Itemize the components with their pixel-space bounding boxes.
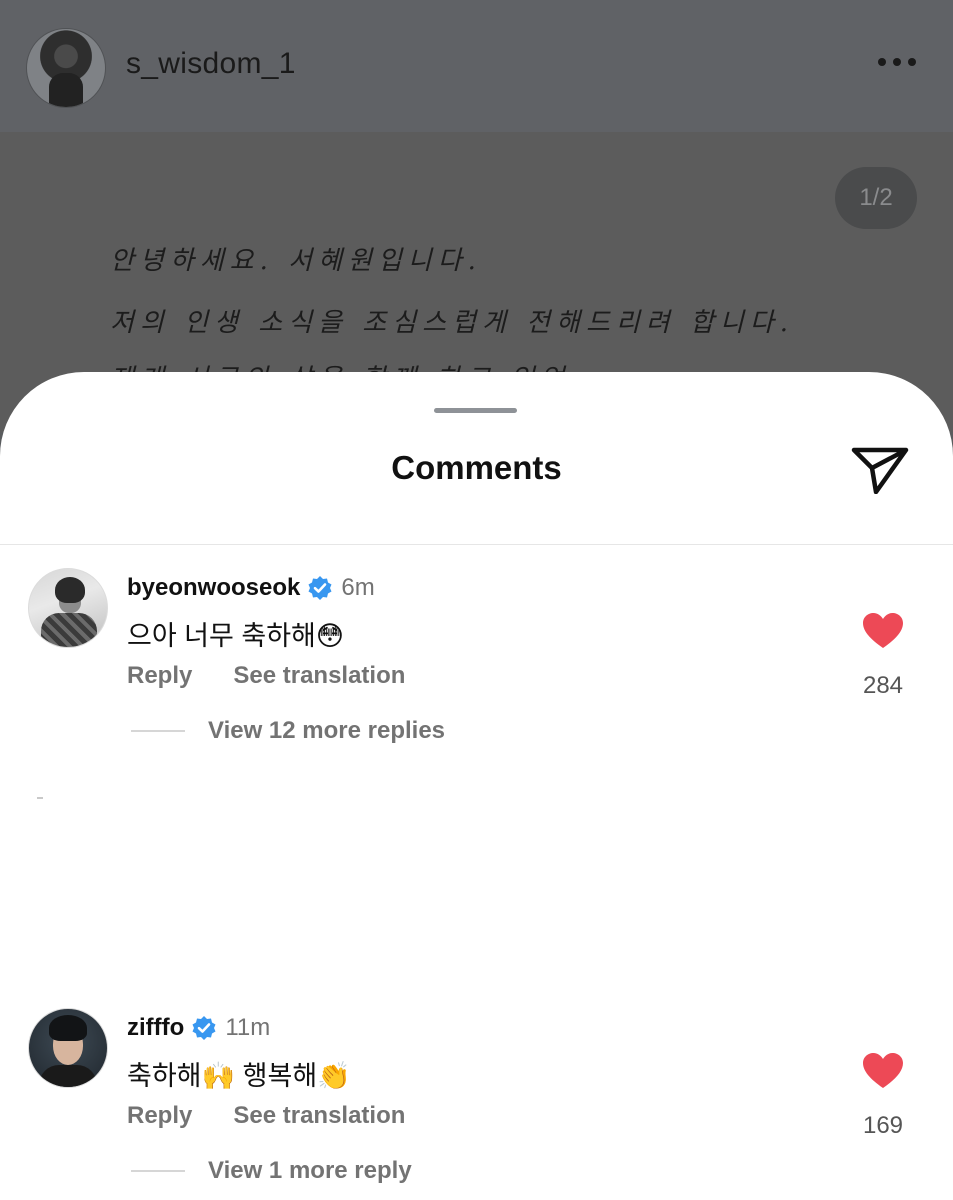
- comment-text: 으아 너무 축하해😳: [127, 621, 345, 651]
- verified-badge-icon: [308, 576, 332, 600]
- like-count[interactable]: 169: [840, 1112, 926, 1140]
- post-author-username[interactable]: s_wisdom_1: [126, 47, 296, 81]
- comment-meta: byeonwooseok 6m: [127, 574, 375, 602]
- page-indicator: 1/2: [835, 167, 917, 229]
- reply-button[interactable]: Reply: [127, 662, 192, 690]
- heart-icon[interactable]: [862, 1052, 904, 1090]
- handwritten-line-1: 안녕하세요. 서혜원입니다.: [110, 246, 482, 276]
- comments-sheet: Comments byeonwooseok 6m 으아 너무 축하해😳 Repl…: [0, 372, 953, 1200]
- replies-divider-line: [131, 1170, 185, 1172]
- comment-actions: Reply See translation: [127, 1102, 405, 1130]
- separator-mark: [37, 797, 43, 799]
- comment-text: 축하해🙌 행복해👏: [127, 1061, 351, 1091]
- view-replies-button[interactable]: View 12 more replies: [131, 717, 445, 745]
- replies-divider-line: [131, 730, 185, 732]
- heart-icon[interactable]: [862, 612, 904, 650]
- commenter-username[interactable]: zifffo: [127, 1014, 184, 1042]
- reply-button[interactable]: Reply: [127, 1102, 192, 1130]
- like-count[interactable]: 284: [840, 672, 926, 700]
- post-header: s_wisdom_1: [0, 0, 953, 132]
- view-replies-label[interactable]: View 1 more reply: [208, 1157, 412, 1185]
- comment-actions: Reply See translation: [127, 662, 405, 690]
- view-replies-label[interactable]: View 12 more replies: [208, 717, 445, 745]
- commenter-avatar[interactable]: [28, 568, 108, 648]
- more-options-icon[interactable]: [878, 58, 916, 66]
- post-author-avatar[interactable]: [26, 28, 106, 108]
- comments-title: Comments: [391, 449, 562, 486]
- handwritten-line-2: 저의 인생 소식을 조심스럽게 전해드리려 합니다.: [110, 308, 794, 338]
- comment-timestamp: 6m: [341, 574, 375, 601]
- comment-meta: zifffo 11m: [127, 1014, 270, 1042]
- see-translation-button[interactable]: See translation: [233, 662, 405, 690]
- commenter-avatar[interactable]: [28, 1008, 108, 1088]
- comment-timestamp: 11m: [225, 1014, 271, 1041]
- header-divider: [0, 544, 953, 545]
- sheet-drag-handle[interactable]: [434, 408, 517, 413]
- commenter-username[interactable]: byeonwooseok: [127, 574, 300, 602]
- verified-badge-icon: [192, 1016, 216, 1040]
- share-icon[interactable]: [850, 442, 910, 494]
- see-translation-button[interactable]: See translation: [233, 1102, 405, 1130]
- view-replies-button[interactable]: View 1 more reply: [131, 1157, 412, 1185]
